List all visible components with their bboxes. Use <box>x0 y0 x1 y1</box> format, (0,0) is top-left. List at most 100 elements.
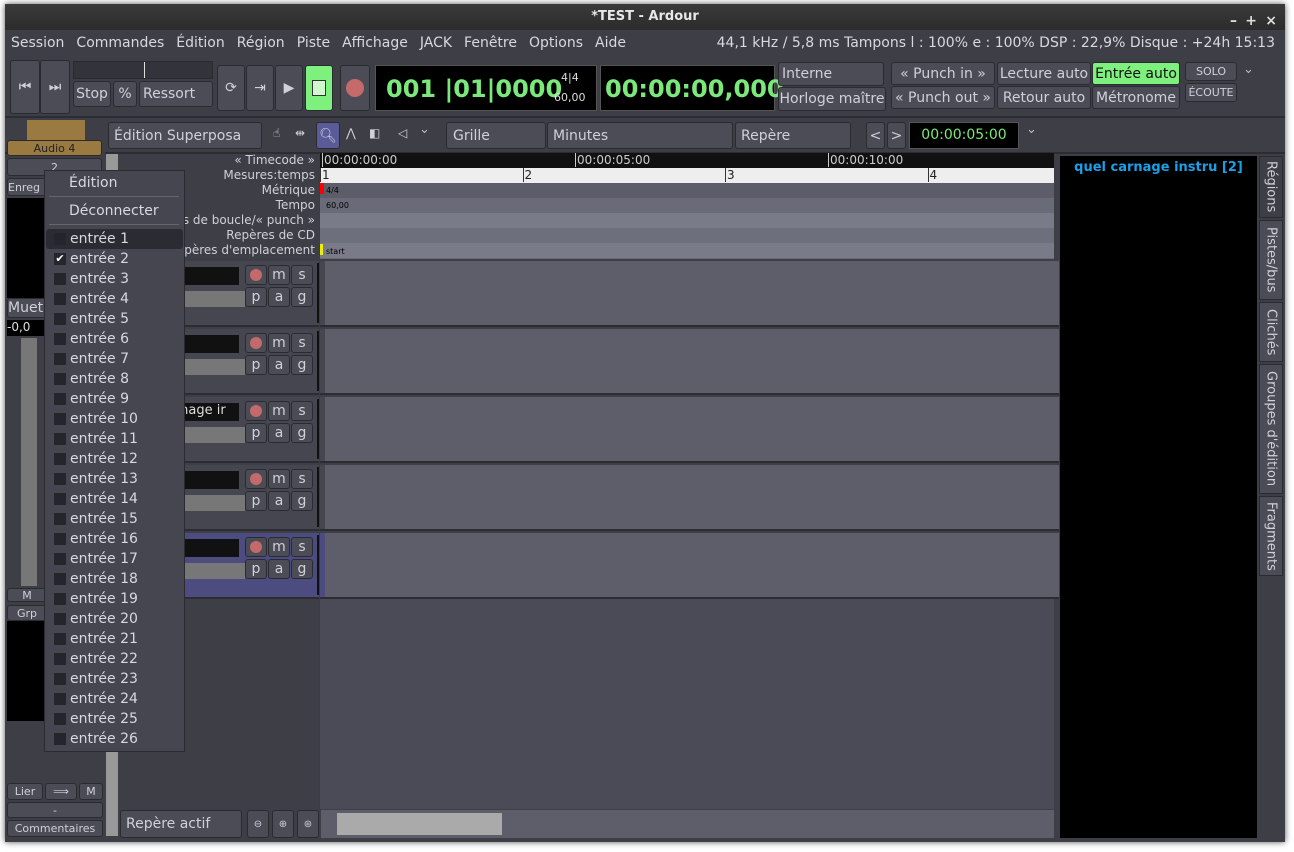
menu-item-input[interactable]: entrée 14 <box>46 489 183 509</box>
checkbox[interactable] <box>54 473 66 485</box>
menu-0[interactable]: Session <box>11 35 64 51</box>
checkbox[interactable] <box>54 653 66 665</box>
location-ruler[interactable]: start <box>320 243 1054 258</box>
nudge-clock[interactable]: 00:00:05:00 <box>909 122 1019 149</box>
audition-tool-icon[interactable]: ◁ <box>398 126 407 140</box>
checkbox[interactable] <box>54 313 66 325</box>
strip-dash-button[interactable]: - <box>7 802 103 818</box>
gain-display[interactable]: -0,0 <box>7 320 47 336</box>
track-m-button[interactable]: m <box>268 469 290 489</box>
track-rec-button[interactable] <box>245 537 267 557</box>
zoom-tool-icon[interactable]: 🔍︎ <box>316 122 340 149</box>
menu-item-input[interactable]: entrée 22 <box>46 649 183 669</box>
comments-button[interactable]: Commentaires <box>7 820 103 837</box>
playhead[interactable] <box>319 153 320 813</box>
zoom-out-icon[interactable]: ⊖ <box>247 810 269 838</box>
track-2[interactable]: 2mspag <box>115 329 1059 395</box>
track-rec-button[interactable] <box>245 469 267 489</box>
secondary-clock[interactable]: 00:00:00,000 <box>600 65 784 111</box>
goto-end-button[interactable]: ⏭ <box>40 60 70 114</box>
track-s-button[interactable]: s <box>291 401 313 421</box>
checkbox[interactable] <box>54 573 66 585</box>
loop-punch-ruler[interactable] <box>320 213 1054 228</box>
checkbox[interactable] <box>54 733 66 745</box>
checkbox[interactable] <box>54 493 66 505</box>
menu-8[interactable]: Options <box>529 35 583 51</box>
menu-item-input[interactable]: entrée 4 <box>46 289 183 309</box>
grid-type-select[interactable]: Grille <box>446 122 546 149</box>
strip-name-button[interactable]: Audio 4 <box>7 140 102 156</box>
zoom-session-icon[interactable]: ⊛ <box>297 810 319 838</box>
menu-item-disconnect[interactable]: Déconnecter <box>69 201 159 221</box>
menu-item-input[interactable]: entrée 26 <box>46 729 183 749</box>
menu-4[interactable]: Piste <box>297 35 330 51</box>
track-canvas[interactable] <box>325 329 1059 393</box>
track-canvas[interactable] <box>325 397 1059 461</box>
menu-1[interactable]: Commandes <box>76 35 164 51</box>
menu-item-input[interactable]: entrée 5 <box>46 309 183 329</box>
track-g-button[interactable]: g <box>291 355 313 375</box>
auto-return-button[interactable]: Retour auto <box>997 86 1091 109</box>
track-a-button[interactable]: a <box>268 491 290 511</box>
track-s-button[interactable]: s <box>291 537 313 557</box>
checkbox[interactable] <box>54 353 66 365</box>
checkbox[interactable] <box>54 273 66 285</box>
grab-tool-icon[interactable]: ☝ <box>273 126 280 140</box>
track-gain-slider[interactable] <box>175 495 245 511</box>
metronome-button[interactable]: Métronome <box>1092 86 1180 109</box>
checkbox[interactable] <box>54 613 66 625</box>
track-1[interactable]: 1mspag <box>115 261 1059 327</box>
track-p-button[interactable]: p <box>245 423 267 443</box>
menu-9[interactable]: Aide <box>595 35 626 51</box>
track-p-button[interactable]: p <box>245 491 267 511</box>
punch-in-button[interactable]: « Punch in » <box>891 62 995 85</box>
menu-6[interactable]: JACK <box>420 35 452 51</box>
menu-item-input[interactable]: entrée 23 <box>46 669 183 689</box>
track-gain-slider[interactable] <box>175 563 245 579</box>
track-m-button[interactable]: m <box>268 401 290 421</box>
track-s-button[interactable]: s <box>291 469 313 489</box>
horizontal-scrollbar[interactable] <box>321 810 1054 838</box>
checkbox[interactable] <box>54 513 66 525</box>
track-s-button[interactable]: s <box>291 333 313 353</box>
checkbox[interactable] <box>54 373 66 385</box>
menu-item-input[interactable]: entrée 20 <box>46 609 183 629</box>
grid-units-select[interactable]: Minutes <box>547 122 733 149</box>
track-m-button[interactable]: m <box>268 265 290 285</box>
track-g-button[interactable]: g <box>291 559 313 579</box>
track-5[interactable]: 4mspag <box>115 533 1059 599</box>
nudge-back-button[interactable]: < <box>866 122 885 149</box>
strip-group-button[interactable]: Grp <box>7 605 47 621</box>
chevron-down-icon[interactable]: ⌄ <box>419 122 430 137</box>
track-p-button[interactable]: p <box>245 559 267 579</box>
track-m-button[interactable]: m <box>268 333 290 353</box>
arrow-button[interactable]: ⟹ <box>45 783 77 800</box>
loop-button[interactable]: ⟳ <box>217 65 245 111</box>
track-rec-button[interactable] <box>245 401 267 421</box>
track-g-button[interactable]: g <box>291 423 313 443</box>
shuttle-stop-button[interactable]: Stop <box>73 81 111 107</box>
track-a-button[interactable]: a <box>268 287 290 307</box>
chevron-down-icon[interactable]: ⌄ <box>1243 62 1254 77</box>
track-rec-button[interactable] <box>245 333 267 353</box>
meter-marker[interactable]: 4/4 <box>326 186 339 195</box>
chevron-down-icon[interactable]: ⌄ <box>1026 122 1037 137</box>
solo-button[interactable]: SOLO <box>1185 62 1237 81</box>
menu-item-input[interactable]: entrée 9 <box>46 389 183 409</box>
sync-select[interactable]: Interne <box>778 62 884 86</box>
punch-out-button[interactable]: « Punch out » <box>891 86 995 109</box>
scroll-thumb[interactable] <box>337 813 502 835</box>
range-tool-icon[interactable]: ⇹ <box>295 126 305 140</box>
menu-item-input[interactable]: entrée 7 <box>46 349 183 369</box>
menu-5[interactable]: Affichage <box>342 35 408 51</box>
menu-item-input[interactable]: entrée 6 <box>46 329 183 349</box>
gain-fader[interactable] <box>21 338 37 586</box>
zoom-focus-select[interactable]: Repère actif <box>120 810 242 838</box>
checkbox[interactable] <box>54 293 66 305</box>
tab-4[interactable]: Fragments <box>1259 496 1283 576</box>
nudge-forward-button[interactable]: > <box>887 122 906 149</box>
menu-item-input[interactable]: entrée 21 <box>46 629 183 649</box>
checkbox[interactable] <box>54 553 66 565</box>
track-g-button[interactable]: g <box>291 491 313 511</box>
auto-play-button[interactable]: Lecture auto <box>997 62 1091 85</box>
